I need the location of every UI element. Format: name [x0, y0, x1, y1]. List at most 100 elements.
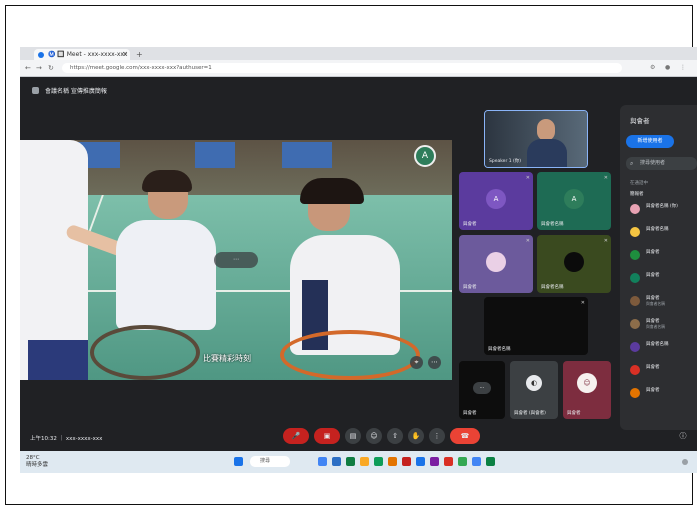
present-button[interactable]: ⇧	[387, 428, 403, 444]
participant-tile[interactable]: ✕ 與會者名稱	[484, 297, 588, 355]
mic-toggle-button[interactable]: 🎤	[283, 428, 309, 444]
tile-name: 與會者名稱	[541, 222, 564, 227]
self-face	[537, 119, 555, 141]
tile-name: 與會者	[463, 285, 477, 290]
main-video-stage[interactable]: ⋯ A 比賽精彩時刻 ⌖ ⋯	[20, 140, 452, 380]
pin-icon[interactable]: ⌖	[410, 356, 423, 369]
captions-button[interactable]: ▤	[345, 428, 361, 444]
presenter-avatar: A	[414, 145, 436, 167]
weather-desc: 晴時多雲	[26, 462, 49, 468]
add-people-button[interactable]: 新增使用者	[626, 135, 674, 148]
tile-name: Speaker 1 (你)	[489, 159, 522, 164]
app-icon[interactable]	[388, 457, 397, 466]
participant-tile[interactable]: ⋯ 與會者	[459, 361, 505, 419]
profile-icon[interactable]: ●	[665, 63, 670, 73]
participant-row[interactable]: 與會者 與會者名稱	[630, 294, 697, 308]
tile-name: 與會者 (與會者)	[514, 411, 546, 416]
participant-tile[interactable]: ✕ 與會者	[459, 235, 533, 293]
back-icon[interactable]: ←	[25, 63, 31, 73]
app-icon[interactable]	[430, 457, 439, 466]
tile-avatar: ◐	[526, 375, 542, 391]
participant-tile[interactable]: ☺ 與會者	[563, 361, 611, 419]
wheelchair-wheel	[90, 325, 200, 380]
tab-title: Ⓜ️ 🔲 Meet - xxx-xxxx-xxx	[48, 51, 128, 58]
section-label: 在通話中	[630, 181, 648, 186]
participant-tile[interactable]: A ✕ 與會者	[459, 172, 533, 230]
participant-row[interactable]: 與會者	[630, 248, 697, 262]
start-icon[interactable]	[234, 457, 243, 466]
participant-row[interactable]: 與會者	[630, 271, 697, 285]
presenter-label: 簡報者	[630, 192, 644, 197]
meet-window: 會議名稱 宣傳推廣簡報 ⋯ A 比賽精彩時刻 ⌖ ⋯ Speaker 1 (你)…	[20, 77, 697, 451]
meeting-time-code: 上午10:32 ｜ xxx-xxxx-xxx	[30, 436, 103, 442]
system-tray-icon[interactable]	[682, 459, 688, 465]
avatar	[630, 342, 640, 352]
participant-name: 與會者名稱	[646, 227, 669, 232]
video-banner	[282, 142, 332, 168]
participant-tile[interactable]: ✕ 與會者名稱	[537, 235, 611, 293]
mic-off-icon: ✕	[580, 300, 585, 306]
participant-name: 與會者	[646, 250, 660, 255]
avatar	[630, 250, 640, 260]
tile-name: 與會者	[463, 411, 477, 416]
participant-row[interactable]: 與會者	[630, 363, 697, 377]
participant-row[interactable]: 與會者名稱	[630, 225, 697, 239]
app-icon[interactable]	[444, 457, 453, 466]
raise-hand-button[interactable]: ✋	[408, 428, 424, 444]
self-body	[527, 139, 567, 167]
more-options-button[interactable]: ⋮	[429, 428, 445, 444]
people-panel: 與會者 新增使用者 ⌕ 搜尋使用者 在通話中 簡報者 與會者名稱 (你) 與會者名…	[620, 105, 697, 430]
participant-row[interactable]: 與會者 與會者名稱	[630, 317, 697, 331]
participant-row[interactable]: 與會者	[630, 386, 697, 400]
camera-toggle-button[interactable]: ▣	[314, 428, 340, 444]
participant-name: 與會者	[646, 273, 660, 278]
forward-icon[interactable]: →	[36, 63, 42, 73]
athlete-hair	[300, 178, 364, 204]
video-overlay-pill[interactable]: ⋯	[214, 252, 258, 268]
app-icon[interactable]	[458, 457, 467, 466]
app-icon[interactable]	[486, 457, 495, 466]
tile-name: 與會者名稱	[488, 347, 511, 352]
tile-name: 與會者名稱	[541, 285, 564, 290]
participant-name: 與會者	[646, 365, 660, 370]
widgets-icon[interactable]	[332, 457, 341, 466]
browser-tab[interactable]: Ⓜ️ 🔲 Meet - xxx-xxxx-xxx	[34, 49, 130, 60]
chrome-icon[interactable]	[374, 457, 383, 466]
participant-tile[interactable]: A ✕ 與會者名稱	[537, 172, 611, 230]
excel-icon[interactable]	[346, 457, 355, 466]
participant-tile[interactable]: ◐ 與會者 (與會者)	[510, 361, 558, 419]
app-icon[interactable]	[472, 457, 481, 466]
avatar	[630, 365, 640, 375]
leave-call-button[interactable]: ☎	[450, 428, 480, 444]
taskbar-search[interactable]: 搜尋	[250, 456, 290, 467]
menu-icon[interactable]: ⋮	[680, 63, 686, 73]
tile-avatar	[564, 252, 584, 272]
participant-row[interactable]: 與會者名稱	[630, 340, 697, 354]
participant-row[interactable]: 與會者名稱 (你)	[630, 202, 697, 216]
extensions-icon[interactable]: ⚙	[650, 63, 655, 73]
meeting-title: 會議名稱 宣傳推廣簡報	[32, 86, 107, 95]
app-icon[interactable]	[402, 457, 411, 466]
address-bar: ← → ↻ https://meet.google.com/xxx-xxxx-x…	[20, 60, 697, 77]
participant-subtitle: 與會者名稱	[646, 301, 665, 306]
url-input[interactable]: https://meet.google.com/xxx-xxxx-xxx?aut…	[62, 63, 622, 73]
weather-widget[interactable]: 28°C 晴時多雲	[26, 455, 48, 469]
video-caption: 比賽精彩時刻	[203, 354, 251, 363]
tile-overlay-pill: ⋯	[473, 382, 491, 394]
tab-close-icon[interactable]: ×	[122, 49, 128, 60]
avatar	[630, 388, 640, 398]
participant-name: 與會者	[646, 388, 660, 393]
self-view-tile[interactable]: Speaker 1 (你)	[484, 110, 588, 168]
more-options-icon[interactable]: ⋯	[428, 356, 441, 369]
new-tab-icon[interactable]: +	[136, 49, 143, 60]
emoji-button[interactable]: ☺	[366, 428, 382, 444]
search-icon: ⌕	[630, 160, 634, 167]
task-view-icon[interactable]	[318, 457, 327, 466]
participant-name: 與會者名稱 (你)	[646, 204, 678, 209]
info-icon[interactable]: ⓘ	[675, 428, 691, 444]
people-search-input[interactable]: ⌕ 搜尋使用者	[626, 157, 697, 170]
reload-icon[interactable]: ↻	[48, 63, 54, 73]
explorer-icon[interactable]	[360, 457, 369, 466]
wheelchair-wheel	[280, 330, 420, 380]
edge-icon[interactable]	[416, 457, 425, 466]
